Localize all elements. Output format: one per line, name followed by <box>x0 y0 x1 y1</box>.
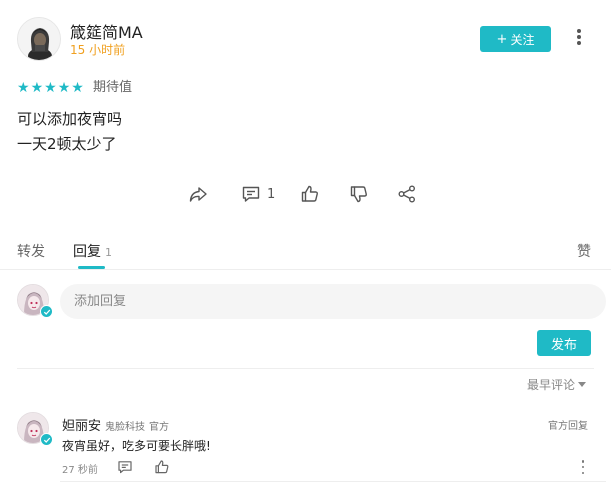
follow-button[interactable]: + 关注 <box>480 26 551 52</box>
verified-check-icon <box>40 433 53 446</box>
comment-count: 1 <box>267 186 276 202</box>
share-arrow-icon <box>189 187 207 202</box>
star-icon: ★ <box>57 80 71 96</box>
tab-reply-label: 回复 <box>73 244 101 260</box>
post-body-line: 可以添加夜宵吗 <box>17 110 123 128</box>
comment-icon <box>242 186 260 202</box>
author-avatar-image <box>18 18 60 60</box>
post-body-line: 一天2顿太少了 <box>17 135 117 153</box>
star-icon: ★ <box>17 80 30 96</box>
verified-check-icon <box>40 305 53 318</box>
reply-input[interactable] <box>60 284 606 319</box>
tab-repost[interactable]: 转发 <box>17 241 45 261</box>
comment-icon <box>118 461 132 474</box>
author-name[interactable]: 箴筵简MA <box>70 19 143 43</box>
comment-time: 27 秒前 <box>62 465 98 476</box>
star-icon: ★ <box>30 80 44 96</box>
star-icon: ★ <box>44 80 57 96</box>
tab-reply[interactable]: 回复 1 <box>73 241 112 261</box>
commenter-org: 鬼脸科技 <box>105 422 146 433</box>
share-nodes-icon <box>398 185 415 203</box>
dislike-action[interactable] <box>349 183 369 205</box>
thumb-down-icon <box>350 186 367 203</box>
share-action[interactable] <box>397 183 417 205</box>
post-time: 15 小时前 <box>70 43 126 57</box>
repost-action[interactable] <box>188 183 208 205</box>
commenter-name[interactable]: 妲丽安 <box>62 419 101 434</box>
tab-like[interactable]: 赞 <box>577 241 591 261</box>
sort-dropdown[interactable]: 最早评论 <box>527 376 587 393</box>
comment-reply-action[interactable] <box>117 459 133 475</box>
more-options-icon[interactable] <box>572 26 586 48</box>
tab-reply-count: 1 <box>105 246 112 259</box>
plus-icon: + <box>496 31 508 47</box>
sort-label: 最早评论 <box>527 378 576 392</box>
commenter-line: 妲丽安 鬼脸科技 官方 <box>62 415 169 434</box>
follow-label: 关注 <box>510 32 535 47</box>
star-icon: ★ <box>71 80 84 96</box>
official-reply-tag: 官方回复 <box>548 421 588 432</box>
caret-down-icon <box>578 382 587 387</box>
commenter-avatar[interactable] <box>17 412 53 446</box>
rating-label: 期待值 <box>93 80 133 95</box>
like-action[interactable] <box>300 183 320 205</box>
current-user-avatar <box>17 284 53 318</box>
thumb-up-icon <box>301 185 318 202</box>
comment-text: 夜宵虽好，吃多可要长胖哦! <box>62 439 211 453</box>
comment-action[interactable]: 1 <box>241 183 275 205</box>
tab-divider <box>0 269 611 270</box>
thumb-up-icon <box>155 460 169 474</box>
post-body: 可以添加夜宵吗 一天2顿太少了 <box>17 107 122 157</box>
comment-divider <box>60 481 606 482</box>
author-avatar[interactable] <box>17 17 61 61</box>
comment-like-action[interactable] <box>154 459 170 475</box>
comment-more-icon[interactable] <box>580 460 586 474</box>
rating-stars: ★ ★ ★ ★ ★ <box>17 80 84 96</box>
section-divider <box>17 368 594 369</box>
publish-button[interactable]: 发布 <box>537 330 591 356</box>
commenter-role: 官方 <box>149 422 170 433</box>
